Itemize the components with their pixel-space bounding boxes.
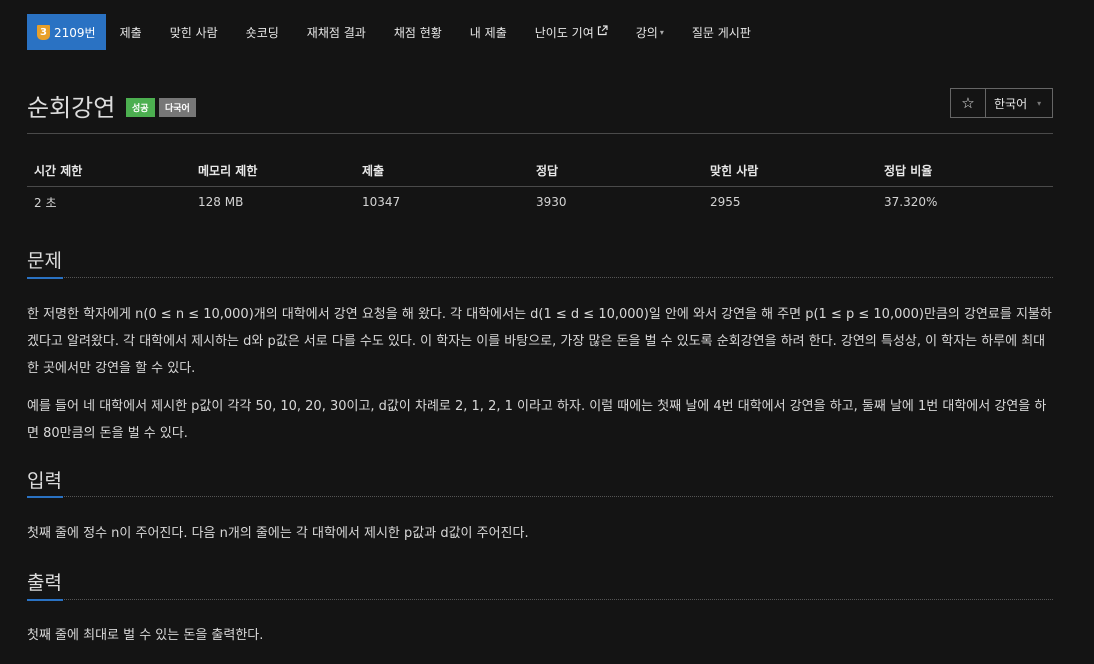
problem-title: 순회강연 — [27, 94, 116, 122]
tab-judge-status[interactable]: 채점 현황 — [380, 14, 456, 50]
tab-difficulty-label: 난이도 기여 — [534, 25, 594, 40]
description-heading: 문제 — [27, 250, 62, 272]
problem-menu: 3 2109번 제출 맞힌 사람 숏코딩 재채점 결과 채점 현황 내 제출 난… — [27, 14, 765, 50]
tab-question-board[interactable]: 질문 게시판 — [678, 14, 765, 50]
tab-lectures-label: 강의 — [635, 25, 658, 40]
tab-rejudge-results[interactable]: 재채점 결과 — [293, 14, 380, 50]
submissions-value: 10347 — [362, 195, 401, 210]
problem-info-table: 시간 제한 메모리 제한 제출 정답 맞힌 사람 정답 비율 2 초 128 M… — [27, 155, 1053, 218]
success-badge: 성공 — [126, 98, 155, 117]
input-accent — [27, 496, 63, 498]
memory-limit-value: 128 MB — [198, 195, 244, 210]
output-accent — [27, 599, 63, 601]
header-submissions: 제출 — [355, 155, 529, 187]
input-divider — [27, 496, 1053, 497]
language-select[interactable]: 한국어 ▾ — [986, 89, 1052, 117]
description-paragraph-1: 한 저명한 학자에게 n(0 ≤ n ≤ 10,000)개의 대학에서 강연 요… — [27, 307, 1052, 376]
problem-header: 순회강연 성공 다국어 ☆ 한국어 ▾ — [27, 88, 1053, 134]
tab-my-submissions[interactable]: 내 제출 — [456, 14, 521, 50]
input-heading: 입력 — [27, 470, 62, 492]
tab-solved-users[interactable]: 맞힌 사람 — [156, 14, 232, 50]
header-memory-limit: 메모리 제한 — [191, 155, 355, 187]
multilingual-badge: 다국어 — [159, 98, 196, 117]
table-header-row: 시간 제한 메모리 제한 제출 정답 맞힌 사람 정답 비율 — [27, 155, 1053, 187]
tab-lectures[interactable]: 강의 ▾ — [622, 14, 678, 50]
output-heading: 출력 — [27, 572, 62, 594]
chevron-down-icon: ▾ — [1037, 98, 1042, 108]
star-icon: ☆ — [961, 94, 975, 112]
language-select-value: 한국어 — [994, 96, 1028, 111]
caret-down-icon: ▾ — [659, 27, 664, 37]
header-time-limit: 시간 제한 — [27, 155, 191, 187]
output-text: 첫째 줄에 최대로 벌 수 있는 돈을 출력한다. — [27, 628, 264, 643]
star-button[interactable]: ☆ — [951, 89, 986, 117]
solved-users-value: 2955 — [710, 195, 741, 210]
problem-page: 3 2109번 제출 맞힌 사람 숏코딩 재채점 결과 채점 현황 내 제출 난… — [0, 0, 1094, 664]
tab-difficulty-contribution[interactable]: 난이도 기여 — [521, 14, 622, 50]
tab-problem[interactable]: 3 2109번 — [27, 14, 106, 50]
input-text: 첫째 줄에 정수 n이 주어진다. 다음 n개의 줄에는 각 대학에서 제시한 … — [27, 526, 529, 541]
header-accepted: 정답 — [529, 155, 703, 187]
description-divider — [27, 277, 1053, 278]
accept-ratio-value: 37.320% — [884, 195, 938, 210]
problem-number: 2109번 — [54, 25, 96, 40]
output-divider — [27, 599, 1053, 600]
problem-actions: ☆ 한국어 ▾ — [950, 88, 1053, 118]
description-accent — [27, 277, 63, 279]
time-limit-value: 2 초 — [34, 195, 57, 210]
header-solved-users: 맞힌 사람 — [703, 155, 877, 187]
description-paragraph-2: 예를 들어 네 대학에서 제시한 p값이 각각 50, 10, 20, 30이고… — [27, 399, 1047, 441]
tab-short-coding[interactable]: 숏코딩 — [232, 14, 293, 50]
table-row: 2 초 128 MB 10347 3930 2955 37.320% — [27, 186, 1053, 218]
accepted-value: 3930 — [536, 195, 567, 210]
tab-submit[interactable]: 제출 — [106, 14, 156, 50]
external-link-icon — [597, 25, 608, 39]
header-accept-ratio: 정답 비율 — [877, 155, 1053, 187]
tier-badge-icon: 3 — [37, 24, 50, 40]
